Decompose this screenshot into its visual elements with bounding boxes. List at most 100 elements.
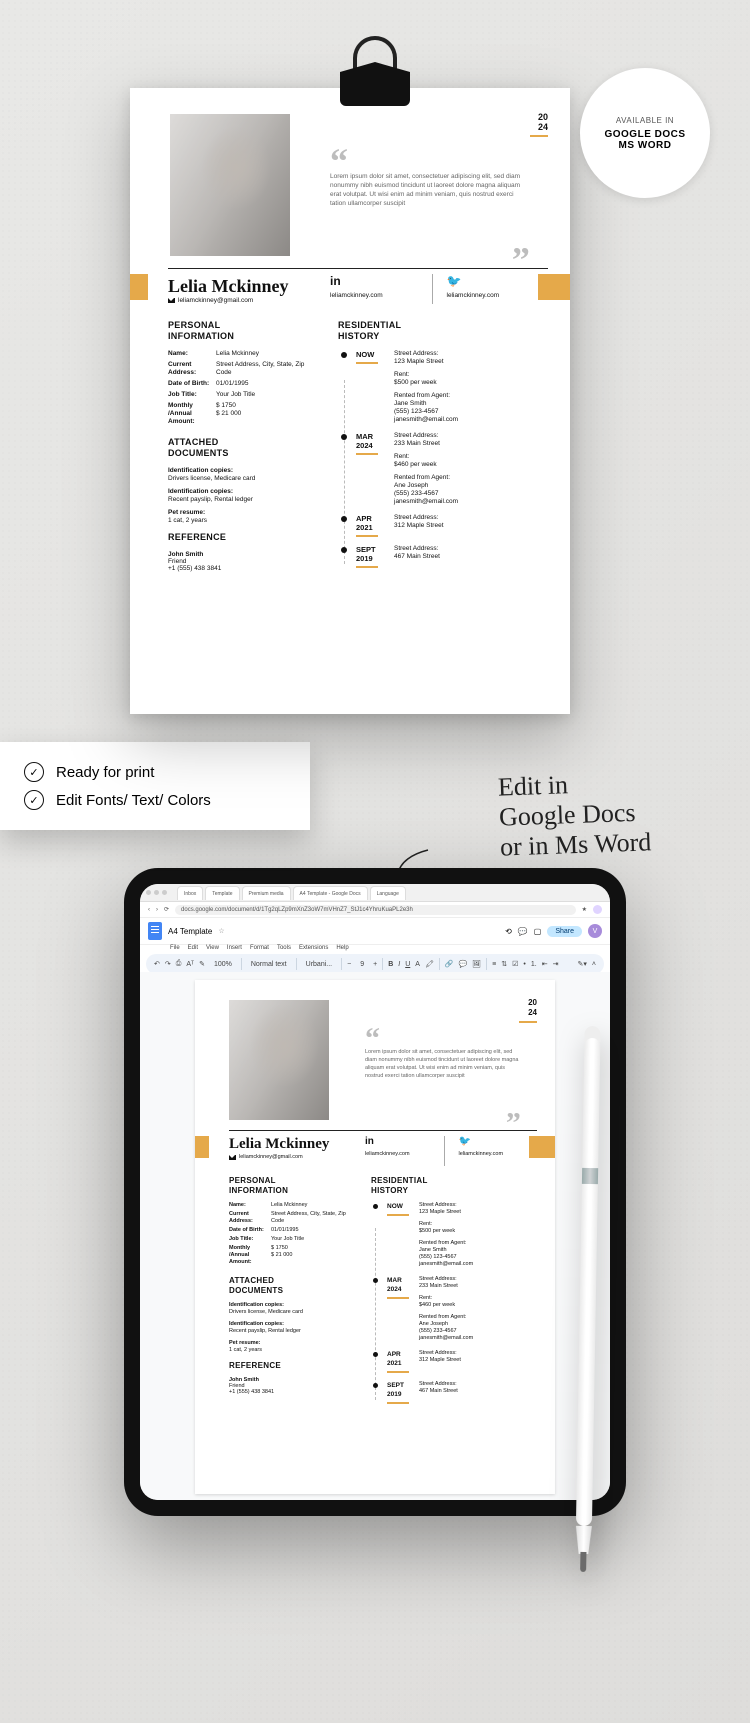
info-row: Current Address: Street Address, City, S… bbox=[229, 1211, 355, 1225]
docs-toolbar[interactable]: ↶ ↷ ⎙ Aᵀ ✎ 100% Normal text Urbani... − … bbox=[146, 954, 604, 974]
forward-icon[interactable]: › bbox=[156, 907, 158, 913]
textcolor-icon[interactable]: A bbox=[415, 961, 420, 968]
image-icon[interactable]: 🖼 bbox=[472, 960, 481, 968]
docs-canvas[interactable]: 2024 “ Lorem ipsum dolor sit amet, conse… bbox=[140, 972, 610, 1500]
binder-clip-icon bbox=[330, 36, 420, 106]
fontsize-dec[interactable]: − bbox=[347, 961, 351, 968]
doc-label: Pet resume: bbox=[229, 1340, 355, 1346]
star-icon[interactable]: ☆ bbox=[218, 927, 224, 935]
refresh-icon[interactable]: ⟳ bbox=[164, 906, 169, 913]
bio-text: Lorem ipsum dolor sit amet, consectetuer… bbox=[365, 1048, 519, 1080]
browser-tab[interactable]: Premium media bbox=[242, 886, 291, 900]
comments-icon[interactable]: 💬 bbox=[518, 927, 528, 936]
fontsize-input[interactable]: 9 bbox=[356, 961, 368, 968]
google-docs-icon[interactable] bbox=[148, 922, 162, 940]
accent-left bbox=[130, 274, 148, 300]
doc-label: Pet resume: bbox=[168, 509, 318, 516]
collapse-icon[interactable]: ˄ bbox=[592, 961, 596, 968]
doc-value: Drivers license, Medicare card bbox=[168, 475, 318, 482]
fontsize-inc[interactable]: + bbox=[373, 961, 377, 968]
editing-mode-icon[interactable]: ✎▾ bbox=[578, 960, 587, 968]
year-badge: 2024 bbox=[519, 998, 537, 1023]
browser-tab[interactable]: Inbox bbox=[177, 886, 203, 900]
accent-right bbox=[529, 1136, 555, 1158]
paint-icon[interactable]: ✎ bbox=[199, 960, 205, 968]
document-title[interactable]: A4 Template bbox=[168, 927, 212, 936]
docs-menu-item[interactable]: File bbox=[170, 945, 180, 951]
timeline-entry: MAR2024 Street Address:233 Main StreetRe… bbox=[338, 432, 548, 506]
reference-block: John Smith Friend +1 (555) 438 3841 bbox=[168, 551, 318, 572]
browser-tab[interactable]: Language bbox=[370, 886, 406, 900]
timeline-dot-icon bbox=[373, 1383, 378, 1388]
doc-value: Recent payslip, Rental ledger bbox=[229, 1328, 355, 1334]
redo-icon[interactable]: ↷ bbox=[165, 960, 171, 968]
undo-icon[interactable]: ↶ bbox=[154, 960, 160, 968]
browser-toolbar[interactable]: ‹ › ⟳ docs.google.com/document/d/1Tg2qLZ… bbox=[140, 902, 610, 918]
docs-menu-item[interactable]: Help bbox=[336, 945, 348, 951]
section-title: ATTACHEDDOCUMENTS bbox=[229, 1276, 355, 1296]
docs-menubar[interactable]: File Edit View Insert Format Tools Extensions H… bbox=[140, 945, 610, 954]
window-controls-icon[interactable] bbox=[146, 890, 167, 895]
timeline-entry: MAR2024 Street Address:233 Main StreetRe… bbox=[371, 1276, 537, 1342]
section-title: REFERENCE bbox=[229, 1361, 355, 1371]
info-row: Date of Birth: 01/01/1995 bbox=[168, 380, 318, 388]
email-line: leliamckinney@gmail.com bbox=[229, 1154, 303, 1160]
align-icon[interactable]: ≡ bbox=[492, 961, 496, 968]
extension-icon[interactable]: ★ bbox=[582, 906, 587, 913]
reference-block: John Smith Friend +1 (555) 438 3841 bbox=[229, 1377, 355, 1395]
docs-menu-item[interactable]: Extensions bbox=[299, 945, 328, 951]
bio-text: Lorem ipsum dolor sit amet, consectetuer… bbox=[330, 172, 528, 208]
docs-menu-item[interactable]: Edit bbox=[188, 945, 198, 951]
zoom-select[interactable]: 100% bbox=[210, 961, 236, 968]
bullets-icon[interactable]: • bbox=[523, 961, 525, 968]
year-badge: 2024 bbox=[530, 112, 548, 137]
full-name: Lelia Mckinney bbox=[168, 276, 289, 297]
badge-line2: GOOGLE DOCS bbox=[604, 129, 685, 140]
section-title: PERSONAL INFORMATION bbox=[168, 320, 318, 342]
comment-icon[interactable]: 💬 bbox=[459, 960, 468, 968]
profile-avatar-icon[interactable] bbox=[593, 905, 602, 914]
numbering-icon[interactable]: 1. bbox=[531, 961, 537, 968]
print-icon[interactable]: ⎙ bbox=[176, 960, 182, 968]
checklist-icon[interactable]: ☑ bbox=[512, 960, 518, 968]
profile-photo bbox=[229, 1000, 329, 1120]
share-button[interactable]: Share bbox=[547, 926, 582, 937]
email-line: leliamckinney@gmail.com bbox=[168, 297, 253, 304]
history-icon[interactable]: ⟲ bbox=[505, 927, 512, 936]
docs-page[interactable]: 2024 “ Lorem ipsum dolor sit amet, conse… bbox=[195, 980, 555, 1494]
timeline-entry: NOW Street Address:123 Maple StreetRent:… bbox=[338, 350, 548, 424]
browser-tab[interactable]: A4 Template - Google Docs bbox=[293, 886, 368, 900]
url-bar[interactable]: docs.google.com/document/d/1Tg2qLZp9mXnZ… bbox=[175, 905, 576, 915]
font-select[interactable]: Urbani... bbox=[302, 961, 336, 968]
mail-icon bbox=[168, 298, 175, 303]
twitter-icon: 🐦 bbox=[459, 1136, 538, 1147]
indent-inc-icon[interactable]: ⇥ bbox=[553, 960, 559, 968]
docs-menu-item[interactable]: Format bbox=[250, 945, 269, 951]
italic-icon[interactable]: I bbox=[398, 961, 400, 968]
info-row: Name: Lelia Mckinney bbox=[168, 350, 318, 358]
link-icon[interactable]: 🔗 bbox=[445, 960, 454, 968]
docs-menu-item[interactable]: Insert bbox=[227, 945, 242, 951]
info-row: Job Title: Your Job Title bbox=[168, 391, 318, 399]
spacing-icon[interactable]: ⇅ bbox=[501, 960, 507, 968]
highlight-icon[interactable]: 🖍 bbox=[425, 960, 434, 968]
spellcheck-icon[interactable]: Aᵀ bbox=[186, 961, 194, 968]
timeline-entry: NOW Street Address:123 Maple StreetRent:… bbox=[371, 1202, 537, 1268]
indent-dec-icon[interactable]: ⇤ bbox=[542, 960, 548, 968]
section-title: RESIDENTIALHISTORY bbox=[371, 1176, 537, 1196]
browser-tab[interactable]: Template bbox=[205, 886, 239, 900]
style-select[interactable]: Normal text bbox=[247, 961, 291, 968]
tablet-screen: InboxTemplatePremium mediaA4 Template - … bbox=[140, 884, 610, 1500]
full-name: Lelia Mckinney bbox=[229, 1136, 329, 1153]
back-icon[interactable]: ‹ bbox=[148, 907, 150, 913]
linkedin-icon: in bbox=[365, 1136, 444, 1147]
resume-sheet: 2024 “ Lorem ipsum dolor sit amet, conse… bbox=[130, 88, 570, 714]
account-avatar[interactable]: V bbox=[588, 924, 602, 938]
underline-icon[interactable]: U bbox=[405, 961, 410, 968]
bold-icon[interactable]: B bbox=[388, 961, 393, 968]
browser-tabstrip[interactable]: InboxTemplatePremium mediaA4 Template - … bbox=[140, 884, 610, 902]
meet-icon[interactable]: ▢ bbox=[534, 927, 542, 936]
timeline-entry: APR2021 Street Address:312 Maple Street bbox=[338, 514, 548, 537]
docs-menu-item[interactable]: Tools bbox=[277, 945, 291, 951]
docs-menu-item[interactable]: View bbox=[206, 945, 219, 951]
